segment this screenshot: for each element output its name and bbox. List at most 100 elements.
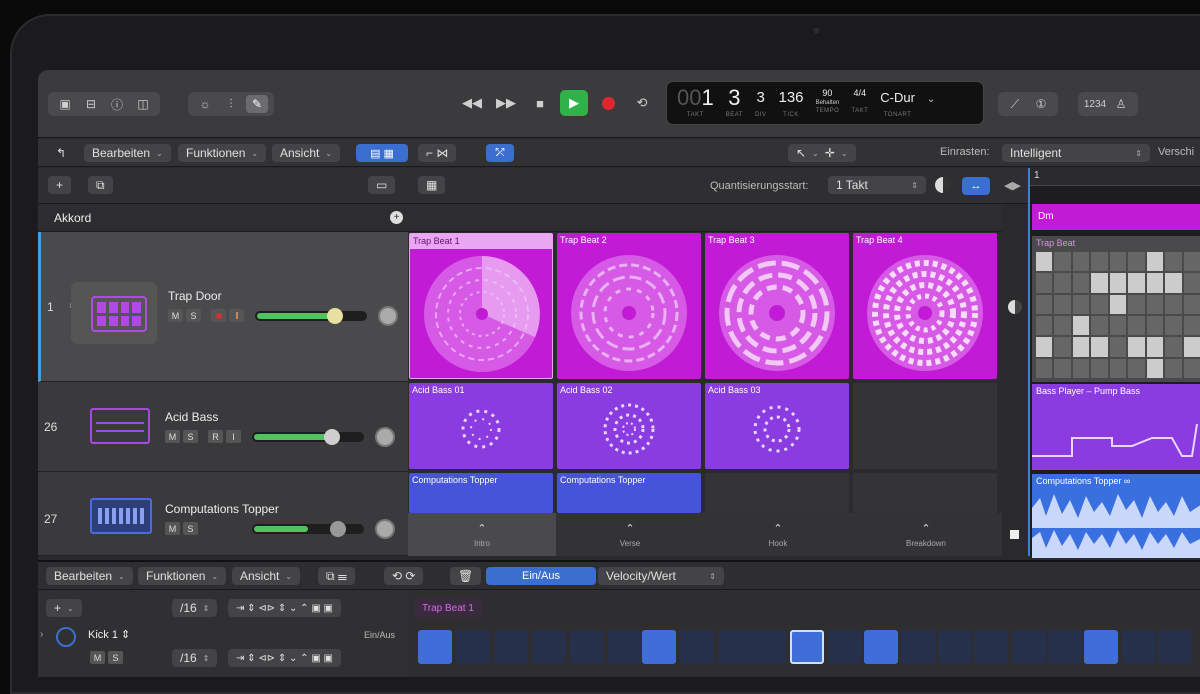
region-computations-topper[interactable]: Computations Topper ∞ bbox=[1032, 474, 1200, 558]
mute-button[interactable]: M bbox=[168, 309, 183, 322]
record-enable-icon[interactable] bbox=[211, 309, 226, 322]
step-cell[interactable] bbox=[532, 630, 566, 664]
loop-cell-computations-topper-1[interactable]: Computations Topper bbox=[409, 473, 553, 513]
loop-icon[interactable]: ⟲ ⟳ bbox=[384, 567, 424, 585]
lcd-display[interactable]: 001 TAKT 3 BEAT 3 DIV 136 TICK 90 Behalt… bbox=[666, 81, 984, 125]
region-bass-player[interactable]: Bass Player – Pump Bass bbox=[1032, 384, 1200, 470]
pointer-tool-menu[interactable]: ↖ ⌄ ✛ ⌄ bbox=[788, 144, 856, 162]
solo-button[interactable]: S bbox=[186, 309, 201, 322]
pan-knob[interactable] bbox=[375, 427, 395, 447]
loop-cell-acid-bass-03[interactable]: Acid Bass 03 bbox=[705, 383, 849, 469]
fader-knob[interactable] bbox=[324, 429, 340, 445]
chord-region[interactable]: Dm bbox=[1032, 204, 1200, 230]
mute-button[interactable]: M bbox=[165, 522, 180, 535]
step-cell[interactable] bbox=[570, 630, 604, 664]
grid-view-toggle[interactable]: ▤ ▦ bbox=[356, 144, 408, 162]
step-cell[interactable] bbox=[1012, 630, 1046, 664]
step-cell-on[interactable] bbox=[642, 630, 676, 664]
editor-view-menu[interactable]: Ansicht ⌄ bbox=[232, 567, 301, 585]
mute-button[interactable]: M bbox=[165, 430, 180, 443]
scene-breakdown[interactable]: ⌃ Breakdown bbox=[852, 513, 1000, 556]
velocity-mode-select[interactable]: Velocity/Wert ⇕ bbox=[598, 567, 724, 585]
play-button[interactable]: ▶ bbox=[560, 90, 588, 116]
region-name-tag[interactable]: Trap Beat 1 bbox=[414, 599, 482, 617]
loop-cell-computations-topper-2[interactable]: Computations Topper bbox=[557, 473, 701, 513]
step-cell[interactable] bbox=[752, 630, 786, 664]
loop-cell-acid-bass-02[interactable]: Acid Bass 02 bbox=[557, 383, 701, 469]
cycle-button[interactable]: ⟲ bbox=[628, 90, 656, 116]
track-row-computations-topper[interactable]: 27 Computations Topper M S bbox=[38, 472, 408, 556]
empty-cell[interactable] bbox=[853, 383, 997, 469]
row-rate-select[interactable]: /16 ⇕ bbox=[172, 649, 218, 667]
step-cell[interactable] bbox=[974, 630, 1008, 664]
solo-button[interactable]: S bbox=[183, 430, 198, 443]
step-cell[interactable] bbox=[494, 630, 528, 664]
link-icon[interactable]: ↔ bbox=[962, 177, 990, 195]
disclosure-chevron-icon[interactable]: › bbox=[40, 629, 43, 640]
step-cell[interactable] bbox=[608, 630, 642, 664]
tuner-icon[interactable]: ⟋ bbox=[1004, 95, 1026, 113]
on-off-mode-button[interactable]: Ein/Aus bbox=[486, 567, 596, 585]
fader-knob[interactable] bbox=[330, 521, 346, 537]
add-row-button[interactable]: + ⌄ bbox=[46, 599, 82, 617]
pan-knob[interactable] bbox=[378, 306, 398, 326]
view-menu[interactable]: Ansicht ⌄ bbox=[272, 144, 341, 162]
volume-fader[interactable] bbox=[252, 429, 364, 445]
step-cell[interactable] bbox=[1158, 630, 1192, 664]
duplicate-track-icon[interactable]: ⧉ bbox=[88, 176, 113, 194]
row-solo-button[interactable]: S bbox=[108, 651, 123, 664]
back-arrow-icon[interactable]: ↰ bbox=[48, 144, 74, 162]
metronome-icon[interactable]: ♙ bbox=[1110, 95, 1132, 113]
step-cell[interactable] bbox=[1122, 630, 1156, 664]
step-cell[interactable] bbox=[680, 630, 714, 664]
loop-cell-acid-bass-01[interactable]: Acid Bass 01 bbox=[409, 383, 553, 469]
empty-cell[interactable] bbox=[853, 473, 997, 513]
pencil-icon[interactable]: ✎ bbox=[246, 95, 268, 113]
add-track-button[interactable]: + bbox=[48, 176, 72, 194]
split-view-icon[interactable]: ◀▶ bbox=[1004, 179, 1021, 192]
cell-view-icon[interactable]: ▦ bbox=[418, 176, 446, 194]
count-in-1234-icon[interactable]: 1234 bbox=[1084, 95, 1106, 113]
solo-button[interactable]: S bbox=[183, 522, 198, 535]
mixer-icon[interactable]: ⫶ bbox=[220, 95, 242, 113]
step-cell-playhead[interactable] bbox=[790, 630, 824, 664]
fader-knob[interactable] bbox=[327, 308, 343, 324]
track-name[interactable]: Computations Topper bbox=[165, 502, 279, 516]
quantize-select[interactable]: 1 Takt ⇕ bbox=[828, 176, 926, 194]
chevron-down-icon[interactable]: ⌄ bbox=[927, 94, 935, 105]
editor-functions-menu[interactable]: Funktionen ⌄ bbox=[138, 567, 227, 585]
step-cell[interactable] bbox=[902, 630, 936, 664]
brightness-icon[interactable]: ☼ bbox=[194, 95, 216, 113]
stop-all-icon[interactable] bbox=[1010, 530, 1019, 539]
smart-controls-icon[interactable]: ◫ bbox=[132, 95, 154, 113]
input-monitor-button[interactable]: I bbox=[226, 430, 241, 443]
copy-icon[interactable]: ⧉ ☰ bbox=[318, 567, 355, 585]
loop-cell-trap-beat-3[interactable]: Trap Beat 3 bbox=[705, 233, 849, 379]
trash-icon[interactable]: 🗑 bbox=[450, 567, 482, 585]
snap-select[interactable]: Intelligent ⇕ bbox=[1002, 144, 1150, 162]
step-cell-on[interactable] bbox=[864, 630, 898, 664]
catch-icon[interactable]: ⤱ bbox=[486, 144, 514, 162]
step-cell[interactable] bbox=[828, 630, 862, 664]
step-cell[interactable] bbox=[1048, 630, 1082, 664]
record-enable-button[interactable]: R bbox=[208, 430, 223, 443]
track-row-trap-door[interactable]: 1 › Trap Door M S bbox=[38, 232, 408, 382]
step-cell[interactable] bbox=[718, 630, 752, 664]
loop-cell-trap-beat-1[interactable]: Trap Beat 1 bbox=[409, 233, 553, 379]
row-name[interactable]: Kick 1 ⇕ bbox=[88, 628, 130, 641]
step-cell-on[interactable] bbox=[1084, 630, 1118, 664]
record-button[interactable] bbox=[594, 90, 622, 116]
region-trap-beat[interactable]: Trap Beat bbox=[1032, 236, 1200, 382]
empty-cell[interactable] bbox=[705, 473, 849, 513]
add-chord-icon[interactable]: + bbox=[390, 211, 403, 224]
playing-indicator-icon[interactable] bbox=[1008, 300, 1022, 314]
row-mute-button[interactable]: M bbox=[90, 651, 105, 664]
track-name[interactable]: Trap Door bbox=[168, 289, 222, 303]
count-in-icon[interactable]: ① bbox=[1030, 95, 1052, 113]
pan-knob[interactable] bbox=[375, 519, 395, 539]
step-rate-select[interactable]: /16 ⇕ bbox=[172, 599, 218, 617]
edit-menu[interactable]: Bearbeiten ⌄ bbox=[84, 144, 171, 162]
functions-menu[interactable]: Funktionen ⌄ bbox=[178, 144, 267, 162]
ruler[interactable]: 1 bbox=[1030, 168, 1200, 186]
inspector-icon[interactable]: ⊟ bbox=[80, 95, 102, 113]
